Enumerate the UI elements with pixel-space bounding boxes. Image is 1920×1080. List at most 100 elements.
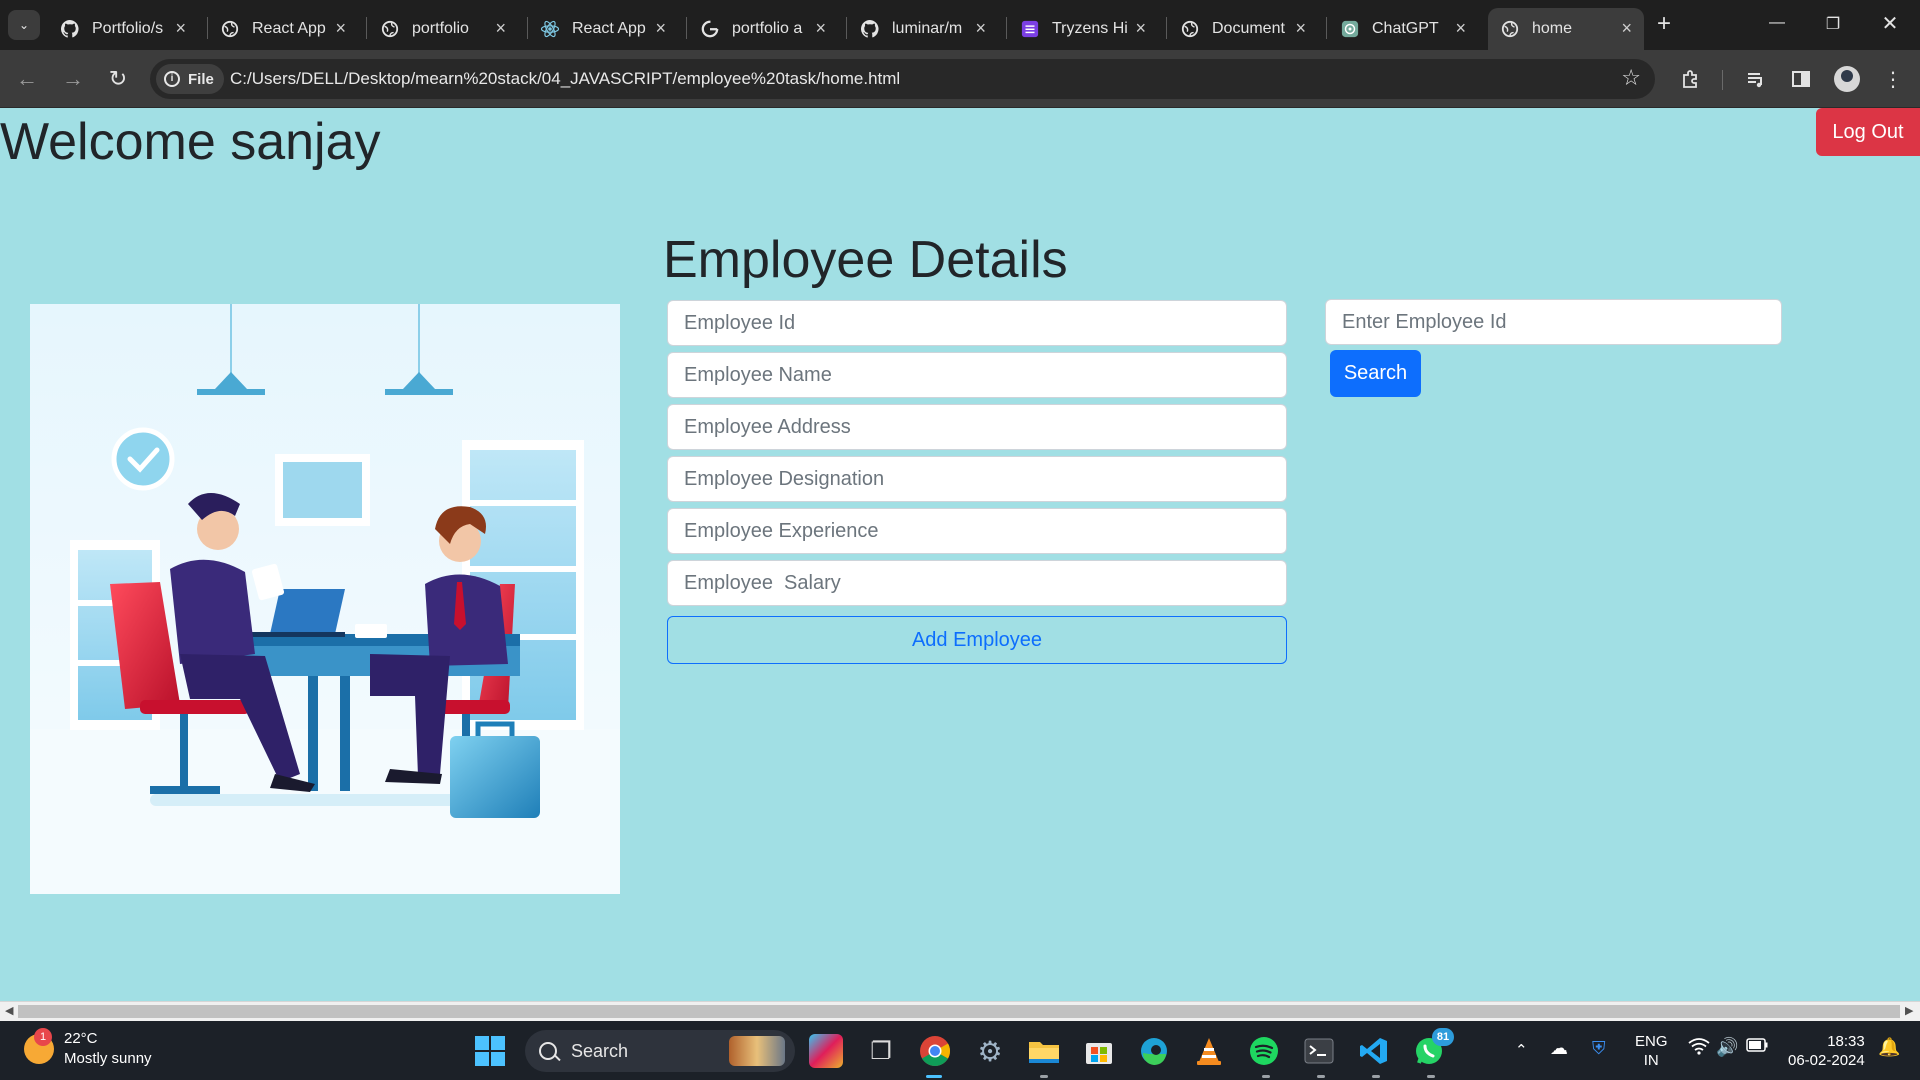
windows-start-icon[interactable]	[475, 1036, 505, 1066]
taskbar-search-box[interactable]: Search	[525, 1030, 795, 1072]
terminal-running-indicator	[1317, 1075, 1325, 1078]
extensions-icon[interactable]	[1678, 66, 1704, 92]
settings-gear-icon[interactable]: ⚙	[973, 1034, 1007, 1068]
tab-title: Tryzens Hi	[1052, 20, 1128, 37]
close-icon[interactable]: ×	[655, 18, 666, 39]
tab-title: Portfolio/s	[92, 20, 164, 37]
employee-address-field[interactable]	[667, 404, 1287, 450]
forward-arrow-icon[interactable]: →	[58, 64, 88, 94]
show-hidden-icons-chevron-icon[interactable]: ⌃	[1515, 1041, 1528, 1059]
close-icon[interactable]: ×	[1135, 18, 1146, 39]
explorer-running-indicator	[1040, 1075, 1048, 1078]
tab-portfolio[interactable]: portfolio ×	[368, 8, 518, 50]
close-icon[interactable]: ×	[175, 18, 186, 39]
employee-salary-field[interactable]	[667, 560, 1287, 606]
search-button[interactable]: Search	[1330, 350, 1421, 397]
scroll-left-icon[interactable]: ◀	[5, 1004, 13, 1017]
battery-icon[interactable]	[1746, 1038, 1768, 1056]
globe-icon	[1500, 19, 1520, 39]
notification-bell-icon[interactable]: 🔔	[1878, 1037, 1900, 1058]
profile-avatar[interactable]	[1834, 66, 1860, 92]
tab-title: home	[1532, 20, 1573, 37]
side-panel-icon[interactable]	[1788, 66, 1814, 92]
tab-react-app-1[interactable]: React App ×	[208, 8, 358, 50]
chip-label: File	[188, 70, 214, 88]
logout-button[interactable]: Log Out	[1816, 108, 1920, 156]
site-info-chip[interactable]: i File	[156, 64, 224, 94]
weather-badge: 1	[34, 1028, 52, 1046]
url-text[interactable]: C:/Users/DELL/Desktop/mearn%20stack/04_J…	[230, 69, 900, 89]
close-icon[interactable]: ×	[975, 18, 986, 39]
employee-designation-field[interactable]	[667, 456, 1287, 502]
scroll-right-icon[interactable]: ▶	[1905, 1004, 1913, 1017]
vscode-icon[interactable]	[1357, 1034, 1391, 1068]
address-bar[interactable]: i File C:/Users/DELL/Desktop/mearn%20sta…	[150, 59, 1655, 99]
tab-search-button[interactable]: ⌄	[8, 10, 40, 40]
whatsapp-running-indicator	[1427, 1075, 1435, 1078]
tab-portfolio-google[interactable]: portfolio a ×	[688, 8, 838, 50]
vlc-icon[interactable]	[1192, 1034, 1226, 1068]
language-indicator[interactable]: ENG IN	[1635, 1032, 1668, 1070]
window-close-icon[interactable]: ✕	[1878, 11, 1902, 36]
terminal-icon[interactable]	[1302, 1034, 1336, 1068]
file-explorer-icon[interactable]	[1027, 1034, 1061, 1068]
copilot-icon[interactable]	[809, 1034, 843, 1068]
edge-icon[interactable]	[1137, 1034, 1171, 1068]
employee-name-field[interactable]	[667, 352, 1287, 398]
close-icon[interactable]: ×	[1455, 18, 1466, 39]
globe-icon	[1180, 19, 1200, 39]
horizontal-scrollbar[interactable]: ◀ ▶	[0, 1001, 1920, 1021]
restore-icon[interactable]: ❐	[1821, 14, 1845, 34]
new-tab-button[interactable]: +	[1652, 12, 1676, 36]
github-icon	[860, 19, 880, 39]
minimize-icon[interactable]: —	[1765, 14, 1789, 32]
microsoft-store-icon[interactable]	[1082, 1034, 1116, 1068]
browser-toolbar: ← → ↻ i File C:/Users/DELL/Desktop/mearn…	[0, 50, 1920, 108]
search-highlight-image	[729, 1036, 785, 1066]
employee-details-heading: Employee Details	[663, 231, 1068, 289]
tab-luminar-github[interactable]: luminar/m ×	[848, 8, 998, 50]
chrome-icon[interactable]	[918, 1034, 952, 1068]
media-queue-icon[interactable]	[1743, 66, 1769, 92]
clock-time: 18:33	[1827, 1033, 1865, 1050]
onedrive-cloud-icon[interactable]: ☁	[1550, 1038, 1568, 1059]
tab-title: portfolio	[412, 20, 469, 37]
toolbar-divider	[1722, 70, 1723, 90]
defender-shield-icon[interactable]: ⛨	[1592, 1038, 1606, 1059]
close-icon[interactable]: ×	[815, 18, 826, 39]
whatsapp-icon[interactable]: 81	[1412, 1028, 1454, 1068]
close-icon[interactable]: ×	[1295, 18, 1306, 39]
back-arrow-icon[interactable]: ←	[12, 64, 42, 94]
office-meeting-illustration	[30, 304, 620, 894]
globe-icon	[220, 19, 240, 39]
taskbar-clock[interactable]: 18:33 06-02-2024	[1788, 1032, 1865, 1070]
tab-title: Document	[1212, 20, 1285, 37]
browser-menu-icon[interactable]: ⋮	[1880, 66, 1906, 92]
close-icon[interactable]: ×	[495, 18, 506, 39]
wifi-icon[interactable]	[1688, 1037, 1710, 1060]
volume-icon[interactable]: 🔊	[1716, 1037, 1738, 1058]
tab-title: luminar/m	[892, 20, 963, 37]
employee-experience-field[interactable]	[667, 508, 1287, 554]
tab-document[interactable]: Document ×	[1168, 8, 1318, 50]
close-icon[interactable]: ×	[335, 18, 346, 39]
tab-portfolio-github[interactable]: Portfolio/s ×	[48, 8, 198, 50]
task-view-icon[interactable]: ❐	[864, 1034, 898, 1068]
tab-separator	[1166, 17, 1167, 39]
close-icon[interactable]: ×	[1621, 18, 1632, 39]
globe-icon	[380, 19, 400, 39]
search-employee-id-input[interactable]	[1325, 299, 1782, 345]
tab-react-app-2[interactable]: React App ×	[528, 8, 678, 50]
scrollbar-thumb[interactable]	[18, 1005, 1900, 1018]
weather-widget[interactable]: 1 22°C Mostly sunny	[24, 1028, 152, 1069]
tab-chatgpt[interactable]: ChatGPT ×	[1328, 8, 1478, 50]
tab-tryzens[interactable]: Tryzens Hi ×	[1008, 8, 1158, 50]
tab-home[interactable]: home ×	[1488, 8, 1644, 50]
employee-id-field[interactable]	[667, 300, 1287, 346]
add-employee-button[interactable]: Add Employee	[667, 616, 1287, 664]
spotify-running-indicator	[1262, 1075, 1270, 1078]
bookmark-star-icon[interactable]: ☆	[1621, 65, 1641, 91]
weather-condition: Mostly sunny	[64, 1050, 152, 1067]
reload-icon[interactable]: ↻	[103, 64, 133, 94]
spotify-icon[interactable]	[1247, 1034, 1281, 1068]
